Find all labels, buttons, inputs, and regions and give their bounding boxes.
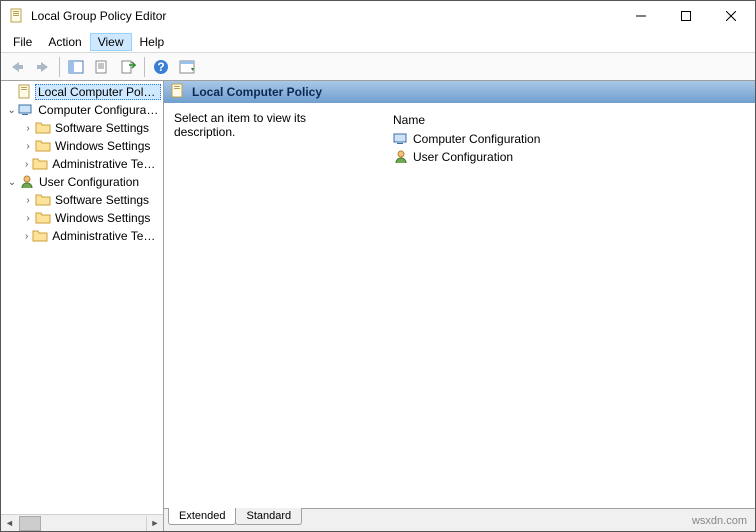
folder-icon <box>35 210 51 226</box>
user-icon <box>19 174 35 190</box>
tab-extended[interactable]: Extended <box>168 508 236 525</box>
scroll-right-icon[interactable]: ► <box>146 516 163 531</box>
expand-icon[interactable]: › <box>21 141 35 152</box>
tree-label: User Configuration <box>37 175 141 189</box>
toolbar: ? <box>1 53 755 81</box>
details-body: Select an item to view its description. … <box>164 103 755 509</box>
expand-icon[interactable]: › <box>21 123 35 134</box>
list-column: Name Computer Configuration User Configu… <box>389 111 745 500</box>
collapse-icon[interactable]: ⌄ <box>5 105 18 116</box>
folder-icon <box>35 192 51 208</box>
tree-label: Windows Settings <box>53 211 152 225</box>
list-item-user-config[interactable]: User Configuration <box>389 148 745 166</box>
maximize-button[interactable] <box>663 2 708 30</box>
user-icon <box>393 149 409 165</box>
tree-root[interactable]: Local Computer Policy <box>1 83 163 101</box>
expand-icon[interactable]: › <box>21 195 35 206</box>
tree-item[interactable]: › Windows Settings <box>1 209 163 227</box>
policy-icon <box>170 83 186 102</box>
details-header: Local Computer Policy <box>164 81 755 103</box>
properties-button[interactable] <box>90 56 114 78</box>
policy-icon <box>17 84 33 100</box>
close-button[interactable] <box>708 2 753 30</box>
help-button[interactable]: ? <box>149 56 173 78</box>
tree-label: Administrative Templates <box>50 157 161 171</box>
folder-icon <box>35 120 51 136</box>
tree-panel: Local Computer Policy ⌄ Computer Configu… <box>1 81 164 531</box>
list-item-computer-config[interactable]: Computer Configuration <box>389 130 745 148</box>
tree-label: Software Settings <box>53 121 151 135</box>
tree-label: Administrative Templates <box>50 229 161 243</box>
description-prompt: Select an item to view its description. <box>174 111 369 139</box>
menu-bar: File Action View Help <box>1 31 755 53</box>
title-bar: Local Group Policy Editor <box>1 1 755 31</box>
tree-label: Windows Settings <box>53 139 152 153</box>
navigation-tree[interactable]: Local Computer Policy ⌄ Computer Configu… <box>1 81 163 514</box>
svg-text:?: ? <box>157 60 164 74</box>
menu-file[interactable]: File <box>5 33 40 51</box>
expand-icon[interactable]: › <box>21 159 32 170</box>
export-button[interactable] <box>116 56 140 78</box>
scroll-thumb[interactable] <box>19 516 41 531</box>
tree-label: Computer Configuration <box>36 103 161 117</box>
details-panel: Local Computer Policy Select an item to … <box>164 81 755 531</box>
computer-icon <box>393 131 409 147</box>
toolbar-separator <box>59 57 60 77</box>
folder-icon <box>32 156 48 172</box>
expand-icon[interactable]: › <box>21 231 32 242</box>
filter-button[interactable] <box>175 56 199 78</box>
minimize-button[interactable] <box>618 2 663 30</box>
tree-item[interactable]: › Software Settings <box>1 119 163 137</box>
show-hide-tree-button[interactable] <box>64 56 88 78</box>
tree-label: Software Settings <box>53 193 151 207</box>
expand-icon[interactable]: › <box>21 213 35 224</box>
horizontal-scrollbar[interactable]: ◄ ► <box>1 514 163 531</box>
details-title: Local Computer Policy <box>192 85 322 99</box>
toolbar-separator <box>144 57 145 77</box>
menu-action[interactable]: Action <box>40 33 89 51</box>
tree-label: Local Computer Policy <box>35 84 161 100</box>
description-column: Select an item to view its description. <box>174 111 369 500</box>
tree-item[interactable]: › Windows Settings <box>1 137 163 155</box>
collapse-icon[interactable]: ⌄ <box>5 177 19 188</box>
forward-button[interactable] <box>31 56 55 78</box>
tree-item-user-config[interactable]: ⌄ User Configuration <box>1 173 163 191</box>
folder-icon <box>35 138 51 154</box>
tab-standard[interactable]: Standard <box>235 508 302 525</box>
tree-item[interactable]: › Administrative Templates <box>1 155 163 173</box>
app-icon <box>9 8 25 24</box>
watermark: wsxdn.com <box>692 515 747 527</box>
menu-help[interactable]: Help <box>132 33 173 51</box>
tree-item[interactable]: › Software Settings <box>1 191 163 209</box>
window-title: Local Group Policy Editor <box>31 9 618 23</box>
content-area: Local Computer Policy ⌄ Computer Configu… <box>1 81 755 531</box>
view-tabs: Extended Standard <box>164 509 755 531</box>
back-button[interactable] <box>5 56 29 78</box>
folder-icon <box>32 228 48 244</box>
list-item-label: Computer Configuration <box>413 132 540 146</box>
scroll-left-icon[interactable]: ◄ <box>1 516 18 531</box>
list-item-label: User Configuration <box>413 150 513 164</box>
tree-item-computer-config[interactable]: ⌄ Computer Configuration <box>1 101 163 119</box>
computer-icon <box>18 102 34 118</box>
column-header-name[interactable]: Name <box>389 111 745 130</box>
tree-item[interactable]: › Administrative Templates <box>1 227 163 245</box>
menu-view[interactable]: View <box>90 33 132 51</box>
